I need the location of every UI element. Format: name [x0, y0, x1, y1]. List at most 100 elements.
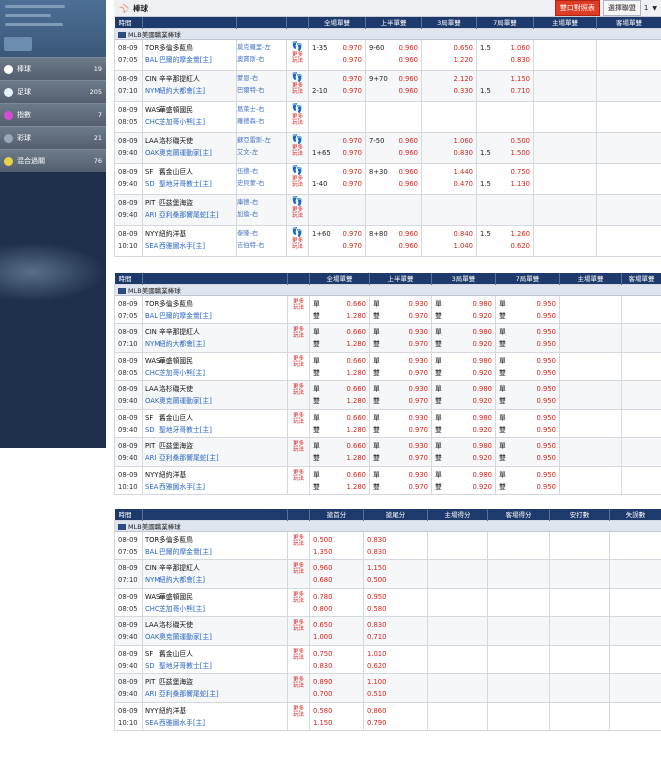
odds-value[interactable]: 0.930 — [409, 469, 428, 481]
odds-value[interactable]: 0.920 — [473, 338, 492, 350]
odds-cell[interactable] — [421, 193, 477, 226]
odds-value[interactable]: 0.970 — [343, 147, 362, 159]
more-bets-button[interactable]: 更多 玩法 — [287, 644, 310, 674]
odds-value[interactable]: 0.710 — [511, 85, 530, 97]
odds-cell[interactable]: 單 0.980 雙 0.920 — [431, 323, 496, 353]
odds-cell[interactable]: 1.440 0.470 — [421, 162, 477, 195]
odds-value[interactable]: 0.950 — [537, 338, 556, 350]
odds-cell[interactable]: 單 0.660 雙 1.280 — [309, 323, 370, 353]
more-bets-button[interactable]: 更多 玩法 — [287, 673, 310, 703]
odds-cell[interactable]: 1.5 1.060 0.830 — [476, 38, 534, 71]
avatar[interactable] — [4, 37, 32, 51]
odds-value[interactable]: 0.970 — [409, 338, 428, 350]
odds-cell[interactable]: 8+30 0.960 0.960 — [365, 162, 422, 195]
odds-value[interactable]: 0.960 — [399, 228, 418, 240]
odds-value[interactable]: 1.280 — [347, 452, 366, 464]
odds-value[interactable]: 0.950 — [537, 412, 556, 424]
odds-cell[interactable]: 單 0.950 雙 0.950 — [495, 408, 560, 438]
odds-value[interactable]: 0.920 — [473, 310, 492, 322]
odds-value[interactable]: 0.930 — [409, 298, 428, 310]
odds-value[interactable]: 0.830 — [454, 147, 473, 159]
odds-value[interactable]: 0.970 — [409, 310, 428, 322]
odds-value[interactable]: 0.980 — [473, 298, 492, 310]
odds-cell[interactable] — [365, 100, 422, 133]
odds-value[interactable]: 0.700 — [313, 688, 332, 700]
odds-value[interactable]: 0.660 — [347, 469, 366, 481]
odds-value[interactable]: 0.950 — [537, 383, 556, 395]
odds-value[interactable]: 0.660 — [347, 355, 366, 367]
odds-cell[interactable]: 單 0.950 雙 0.950 — [495, 465, 560, 495]
odds-value[interactable]: 0.960 — [399, 85, 418, 97]
odds-value[interactable]: 0.950 — [367, 591, 386, 603]
odds-value[interactable]: 0.500 — [367, 574, 386, 586]
more-bets-button[interactable]: 更多 玩法 — [287, 701, 310, 731]
odds-cell[interactable]: 1+60 0.970 0.970 — [308, 224, 366, 257]
more-bets-button[interactable]: 更多 玩法 — [287, 530, 310, 560]
odds-value[interactable]: 0.950 — [537, 452, 556, 464]
more-bets-button[interactable]: 更多 玩法 — [287, 408, 310, 438]
odds-value[interactable]: 0.660 — [347, 383, 366, 395]
odds-cell[interactable] — [476, 193, 534, 226]
odds-value[interactable]: 0.980 — [473, 326, 492, 338]
odds-cell[interactable]: 單 0.930 雙 0.970 — [369, 294, 432, 324]
odds-value[interactable]: 1.500 — [511, 147, 530, 159]
odds-value[interactable]: 0.650 — [454, 42, 473, 54]
odds-value[interactable]: 0.830 — [511, 54, 530, 66]
odds-value[interactable]: 0.830 — [367, 546, 386, 558]
more-bets-button[interactable]: 更多 玩法 — [287, 294, 310, 324]
odds-cell[interactable]: 0.890 0.700 — [309, 673, 364, 703]
odds-value[interactable]: 0.950 — [537, 440, 556, 452]
odds-value[interactable]: 0.970 — [343, 42, 362, 54]
odds-value[interactable]: 0.620 — [367, 660, 386, 672]
odds-value[interactable]: 0.780 — [313, 591, 332, 603]
more-bets-button[interactable]: 更多 玩法 — [287, 380, 310, 410]
odds-cell[interactable]: 0.830 0.710 — [363, 616, 428, 646]
more-bets-button[interactable]: 更多 玩法 — [287, 465, 310, 495]
odds-value[interactable]: 0.960 — [399, 42, 418, 54]
sidebar-item-1[interactable]: 足球 205 — [0, 80, 106, 103]
odds-cell[interactable]: 0.650 1.000 — [309, 616, 364, 646]
odds-cell[interactable]: 9+70 0.960 0.960 — [365, 69, 422, 102]
odds-value[interactable]: 0.790 — [367, 717, 386, 729]
odds-value[interactable]: 0.950 — [537, 367, 556, 379]
more-bets-button[interactable]: 👣 更多 玩法 — [286, 193, 309, 226]
odds-value[interactable]: 0.930 — [409, 383, 428, 395]
odds-value[interactable]: 0.950 — [537, 424, 556, 436]
odds-cell[interactable]: 9-60 0.960 0.960 — [365, 38, 422, 71]
page-number[interactable]: 1 — [644, 4, 648, 12]
odds-value[interactable]: 0.950 — [537, 298, 556, 310]
odds-cell[interactable]: 單 0.980 雙 0.920 — [431, 294, 496, 324]
odds-cell[interactable]: 0.970 1-40 0.970 — [308, 162, 366, 195]
odds-value[interactable]: 2.120 — [454, 73, 473, 85]
odds-value[interactable]: 1.150 — [511, 73, 530, 85]
sidebar-item-2[interactable]: 指數 7 — [0, 103, 106, 126]
odds-cell[interactable]: 單 0.950 雙 0.950 — [495, 323, 560, 353]
odds-value[interactable]: 0.500 — [313, 534, 332, 546]
odds-value[interactable]: 0.970 — [409, 481, 428, 493]
odds-cell[interactable]: 0.580 1.150 — [309, 701, 364, 731]
more-bets-button[interactable]: 更多 玩法 — [287, 559, 310, 589]
league-row[interactable]: MLB美國職業棒球 — [114, 27, 661, 40]
odds-cell[interactable]: 0.780 0.800 — [309, 587, 364, 617]
odds-value[interactable]: 0.980 — [473, 412, 492, 424]
odds-value[interactable]: 0.950 — [537, 355, 556, 367]
odds-cell[interactable]: 單 0.930 雙 0.970 — [369, 465, 432, 495]
odds-value[interactable]: 0.500 — [511, 135, 530, 147]
odds-value[interactable]: 0.970 — [343, 85, 362, 97]
odds-value[interactable]: 0.960 — [399, 166, 418, 178]
odds-value[interactable]: 0.510 — [367, 688, 386, 700]
odds-value[interactable]: 1.150 — [313, 717, 332, 729]
odds-value[interactable]: 0.960 — [399, 178, 418, 190]
odds-value[interactable]: 0.970 — [343, 135, 362, 147]
select-league-button[interactable]: 選擇聯盟 — [602, 0, 641, 16]
odds-value[interactable]: 1.010 — [367, 648, 386, 660]
odds-value[interactable]: 0.980 — [473, 469, 492, 481]
more-bets-button[interactable]: 👣 更多 玩法 — [286, 38, 309, 71]
odds-cell[interactable]: 0.500 1.350 — [309, 530, 364, 560]
odds-value[interactable]: 1.280 — [347, 310, 366, 322]
more-bets-button[interactable]: 更多 玩法 — [287, 351, 310, 381]
odds-value[interactable]: 1.440 — [454, 166, 473, 178]
odds-value[interactable]: 0.970 — [409, 395, 428, 407]
odds-value[interactable]: 0.960 — [399, 54, 418, 66]
odds-value[interactable]: 0.970 — [409, 367, 428, 379]
